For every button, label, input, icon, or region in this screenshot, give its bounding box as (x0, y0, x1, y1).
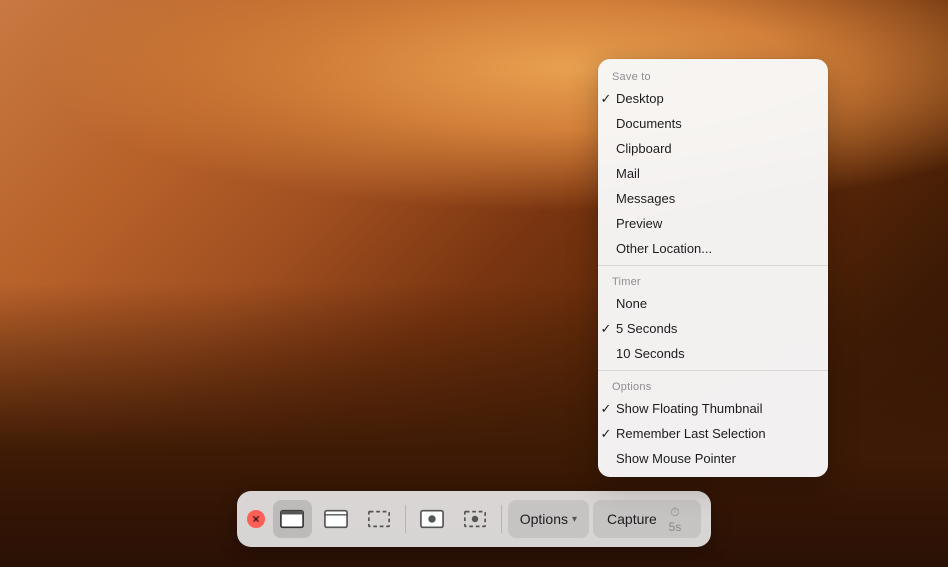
screenshot-toolbar: Options ▾ Capture ⏱ 5s (237, 491, 711, 547)
close-button[interactable] (247, 510, 265, 528)
timer-header: Timer (598, 270, 828, 291)
capture-entire-screen-button[interactable] (273, 500, 312, 538)
capture-selected-portion-button[interactable] (360, 500, 399, 538)
menu-item-show-pointer[interactable]: Show Mouse Pointer (598, 446, 828, 471)
checkmark-5-seconds: ✓ (598, 321, 614, 337)
menu-label-5-seconds: 5 Seconds (616, 321, 677, 336)
menu-item-10-seconds[interactable]: 10 Seconds (598, 341, 828, 366)
checkmark-remember-selection: ✓ (598, 426, 614, 442)
menu-item-documents[interactable]: Documents (598, 111, 828, 136)
menu-label-remember-selection: Remember Last Selection (616, 426, 766, 441)
record-entire-screen-icon (420, 509, 444, 529)
capture-selected-window-button[interactable] (316, 500, 355, 538)
menu-item-clipboard[interactable]: Clipboard (598, 136, 828, 161)
menu-item-none[interactable]: None (598, 291, 828, 316)
menu-item-mail[interactable]: Mail (598, 161, 828, 186)
menu-item-remember-selection[interactable]: ✓ Remember Last Selection (598, 421, 828, 446)
capture-selected-window-icon (324, 509, 348, 529)
menu-label-clipboard: Clipboard (616, 141, 672, 156)
menu-item-messages[interactable]: Messages (598, 186, 828, 211)
menu-label-preview: Preview (616, 216, 662, 231)
menu-label-other-location: Other Location... (616, 241, 712, 256)
menu-label-desktop: Desktop (616, 91, 664, 106)
options-label: Options (520, 511, 568, 527)
menu-item-desktop[interactable]: ✓ Desktop (598, 86, 828, 111)
capture-timer: ⏱ 5s (663, 505, 687, 534)
menu-item-show-thumbnail[interactable]: ✓ Show Floating Thumbnail (598, 396, 828, 421)
menu-item-other-location[interactable]: Other Location... (598, 236, 828, 261)
checkmark-show-thumbnail: ✓ (598, 401, 614, 417)
menu-label-documents: Documents (616, 116, 682, 131)
separator-1 (598, 265, 828, 266)
save-to-header: Save to (598, 65, 828, 86)
capture-entire-screen-icon (280, 509, 304, 529)
menu-item-5-seconds[interactable]: ✓ 5 Seconds (598, 316, 828, 341)
record-entire-screen-button[interactable] (412, 500, 451, 538)
record-selected-portion-icon (463, 509, 487, 529)
capture-label: Capture (607, 511, 657, 527)
menu-label-show-thumbnail: Show Floating Thumbnail (616, 401, 762, 416)
menu-item-preview[interactable]: Preview (598, 211, 828, 236)
capture-button[interactable]: Capture ⏱ 5s (593, 500, 701, 538)
options-chevron-icon: ▾ (572, 514, 577, 525)
menu-label-messages: Messages (616, 191, 675, 206)
separator-2 (598, 370, 828, 371)
menu-label-10-seconds: 10 Seconds (616, 346, 685, 361)
menu-label-show-pointer: Show Mouse Pointer (616, 451, 736, 466)
toolbar-divider-1 (405, 505, 406, 533)
menu-label-none: None (616, 296, 647, 311)
options-button[interactable]: Options ▾ (508, 500, 589, 538)
options-header: Options (598, 375, 828, 396)
menu-label-mail: Mail (616, 166, 640, 181)
checkmark-desktop: ✓ (598, 91, 614, 107)
options-dropdown: Save to ✓ Desktop Documents Clipboard Ma… (598, 59, 828, 477)
capture-selected-portion-icon (367, 509, 391, 529)
toolbar-divider-2 (501, 505, 502, 533)
record-selected-portion-button[interactable] (455, 500, 494, 538)
